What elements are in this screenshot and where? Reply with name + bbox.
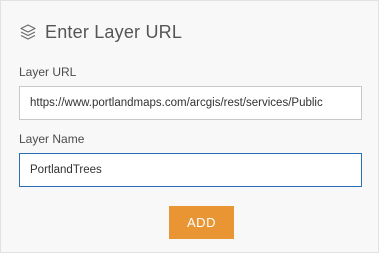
add-layer-panel: Enter Layer URL Layer URL Layer Name ADD: [0, 0, 379, 253]
layer-name-label: Layer Name: [19, 132, 85, 146]
layers-icon: [19, 23, 37, 41]
add-button[interactable]: ADD: [169, 206, 234, 239]
layer-url-input[interactable]: [19, 86, 362, 120]
panel-header: Enter Layer URL: [19, 19, 182, 45]
layer-name-input[interactable]: [19, 153, 362, 187]
panel-title: Enter Layer URL: [45, 21, 183, 42]
layer-url-label: Layer URL: [19, 65, 77, 79]
